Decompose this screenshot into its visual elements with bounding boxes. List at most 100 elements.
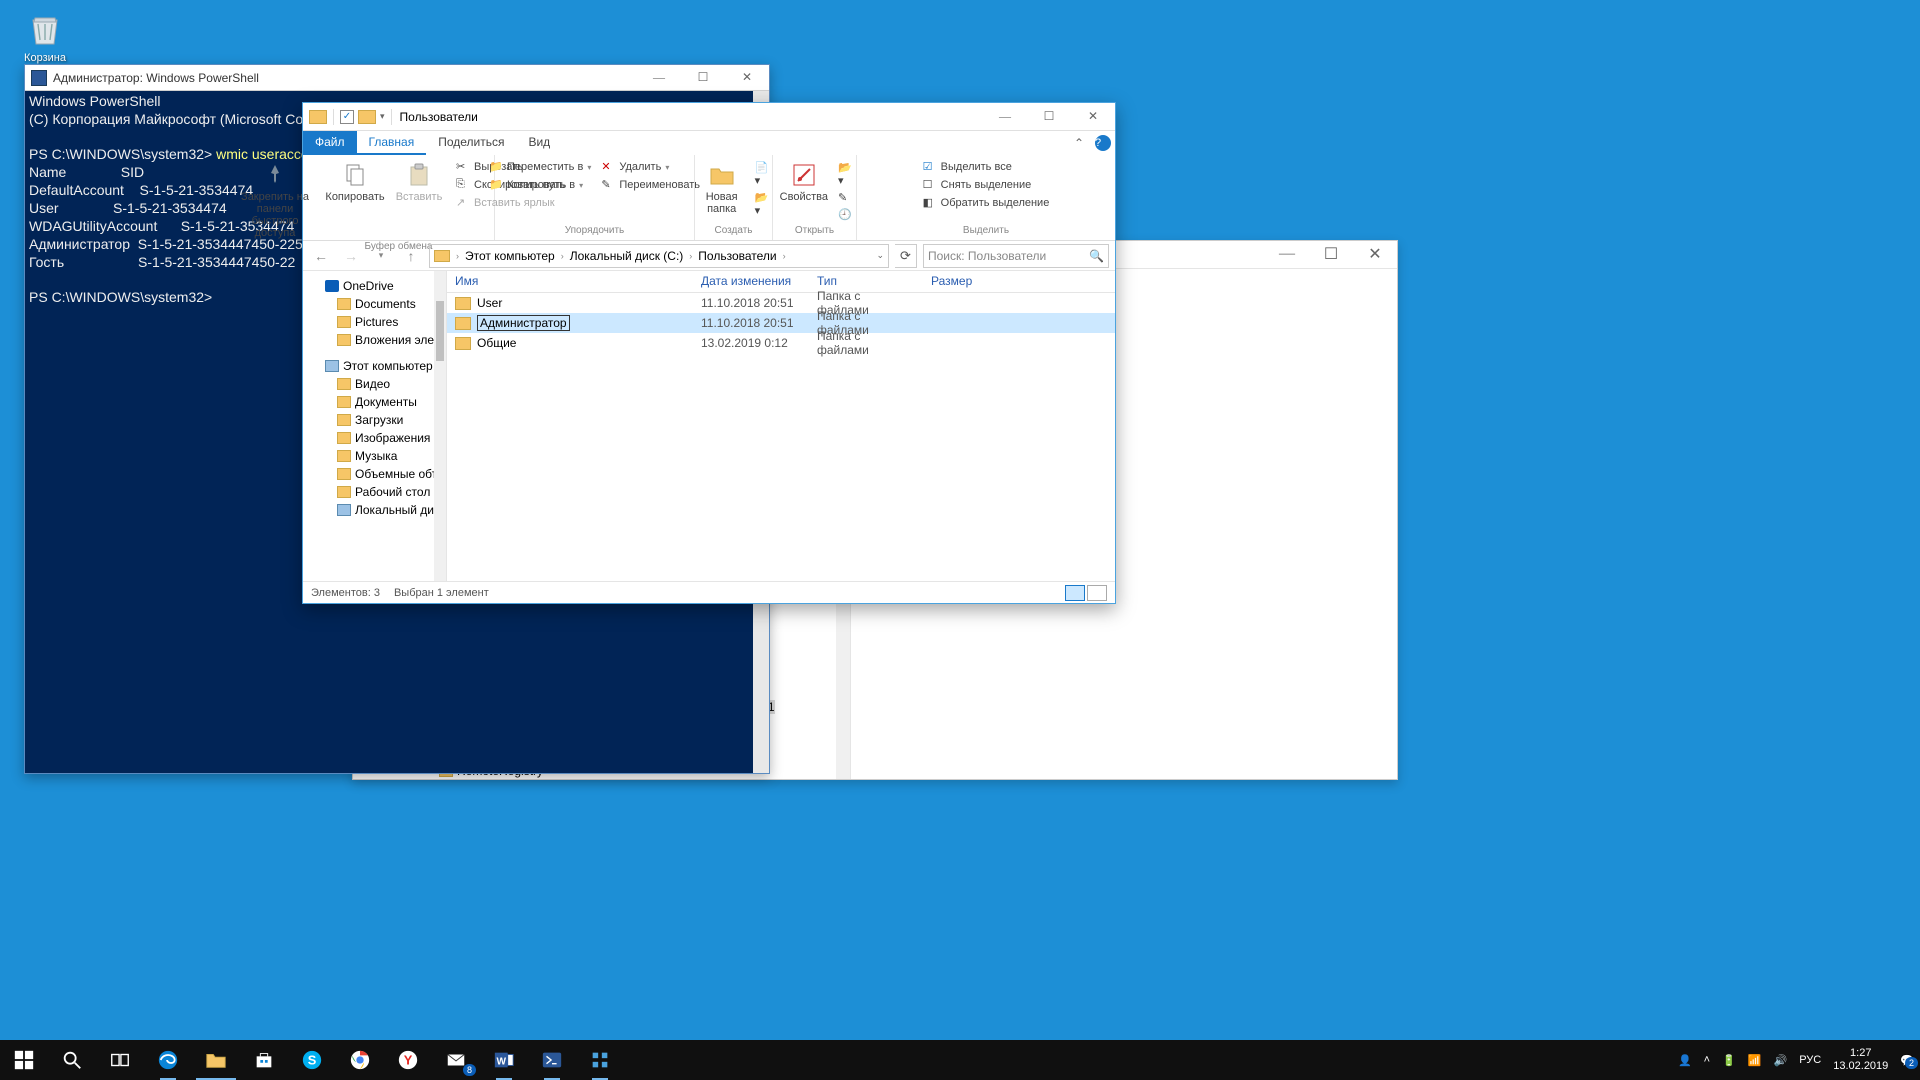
- taskbar-skype[interactable]: S: [288, 1040, 336, 1080]
- nav-onedrive[interactable]: OneDrive: [303, 277, 446, 295]
- wifi-icon[interactable]: 📶: [1748, 1054, 1762, 1067]
- nav-back-button[interactable]: ←: [309, 244, 333, 268]
- taskbar-regedit[interactable]: [576, 1040, 624, 1080]
- qat-dropdown-icon[interactable]: ▾: [380, 111, 385, 122]
- quick-access-toolbar[interactable]: ✓ ▾: [303, 109, 394, 125]
- history-icon[interactable]: 🕘: [838, 208, 853, 221]
- rename-input[interactable]: Администратор: [477, 315, 570, 331]
- taskbar-powershell[interactable]: [528, 1040, 576, 1080]
- tab-home[interactable]: Главная: [357, 131, 427, 155]
- nav-docs[interactable]: Документы: [303, 393, 446, 411]
- newfolder-button[interactable]: Новая папка: [695, 159, 749, 217]
- selectnone-button[interactable]: ☐Снять выделение: [921, 177, 1034, 193]
- explorer-window[interactable]: ✓ ▾ Пользователи — ☐ ✕ Файл Главная Поде…: [302, 102, 1116, 604]
- taskview-button[interactable]: [96, 1040, 144, 1080]
- nav-thispc[interactable]: Этот компьютер: [303, 357, 446, 375]
- language-indicator[interactable]: РУС: [1799, 1054, 1821, 1066]
- clock[interactable]: 1:27 13.02.2019: [1833, 1047, 1888, 1073]
- taskbar-store[interactable]: [240, 1040, 288, 1080]
- nav-recent-button[interactable]: ▾: [369, 244, 393, 268]
- minimize-button[interactable]: —: [983, 104, 1027, 130]
- view-icons-button[interactable]: [1087, 585, 1107, 601]
- nav-up-button[interactable]: ↑: [399, 244, 423, 268]
- people-icon[interactable]: 👤: [1678, 1054, 1692, 1067]
- taskbar-mail[interactable]: 8: [432, 1040, 480, 1080]
- maximize-button[interactable]: ☐: [1309, 241, 1353, 267]
- col-date[interactable]: Дата изменения: [693, 271, 809, 292]
- nav-desktop[interactable]: Рабочий стол: [303, 483, 446, 501]
- search-input[interactable]: Поиск: Пользователи 🔍: [923, 244, 1109, 268]
- ribbon-collapse-icon[interactable]: ⌃: [1067, 131, 1091, 155]
- system-tray[interactable]: 👤 ˄ 🔋 📶 🔊 РУС 1:27 13.02.2019 💬 2: [1678, 1040, 1920, 1080]
- file-row-selected[interactable]: Администратор 11.10.2018 20:51 Папка с ф…: [447, 313, 1115, 333]
- desktop-recycle-bin[interactable]: Корзина: [8, 6, 82, 64]
- volume-icon[interactable]: 🔊: [1774, 1054, 1788, 1067]
- tab-share[interactable]: Поделиться: [426, 131, 516, 155]
- minimize-button[interactable]: —: [1265, 241, 1309, 267]
- nav-pictures[interactable]: Pictures: [303, 313, 446, 331]
- nav-images[interactable]: Изображения: [303, 429, 446, 447]
- maximize-button[interactable]: ☐: [1027, 104, 1071, 130]
- tray-overflow-icon[interactable]: ˄: [1704, 1054, 1710, 1066]
- newitem-icon[interactable]: 📄▾: [755, 161, 773, 187]
- nav-downloads[interactable]: Загрузки: [303, 411, 446, 429]
- taskbar-chrome[interactable]: [336, 1040, 384, 1080]
- powershell-titlebar[interactable]: Администратор: Windows PowerShell — ☐ ✕: [25, 65, 769, 91]
- invertselect-button[interactable]: ◧Обратить выделение: [921, 195, 1052, 211]
- file-row[interactable]: Общие 13.02.2019 0:12 Папка с файлами: [447, 333, 1115, 353]
- explorer-titlebar[interactable]: ✓ ▾ Пользователи — ☐ ✕: [303, 103, 1115, 131]
- chevron-right-icon[interactable]: ›: [454, 251, 461, 261]
- selectall-button[interactable]: ☑Выделить все: [921, 159, 1014, 175]
- nav-forward-button[interactable]: →: [339, 244, 363, 268]
- notifications-button[interactable]: 💬 2: [1900, 1054, 1914, 1067]
- easyaccess-icon[interactable]: 📂▾: [755, 191, 773, 217]
- copy-button[interactable]: Копировать: [326, 159, 384, 205]
- file-list[interactable]: Имя Дата изменения Тип Размер User 11.10…: [447, 271, 1115, 581]
- help-icon[interactable]: ?: [1095, 135, 1111, 151]
- address-dropdown-icon[interactable]: ⌄: [876, 250, 884, 261]
- maximize-button[interactable]: ☐: [681, 65, 725, 91]
- moveto-button[interactable]: 📁Переместить в ▾: [487, 159, 593, 175]
- col-name[interactable]: Имя: [447, 271, 693, 292]
- qat-checkbox-icon[interactable]: ✓: [340, 110, 354, 124]
- taskbar-word[interactable]: W: [480, 1040, 528, 1080]
- chevron-right-icon[interactable]: ›: [559, 251, 566, 261]
- minimize-button[interactable]: —: [637, 65, 681, 91]
- nav-attachments[interactable]: Вложения элект: [303, 331, 446, 349]
- battery-icon[interactable]: 🔋: [1722, 1054, 1736, 1067]
- nav-localdisk[interactable]: Локальный диск: [303, 501, 446, 519]
- nav-3d[interactable]: Объемные объ: [303, 465, 446, 483]
- breadcrumb-item[interactable]: Этот компьютер: [463, 249, 557, 263]
- close-button[interactable]: ✕: [725, 65, 769, 91]
- close-button[interactable]: ✕: [1071, 104, 1115, 130]
- breadcrumb-item[interactable]: Пользователи: [696, 249, 778, 263]
- taskbar[interactable]: S Y 8 W 👤 ˄ 🔋 📶 🔊 РУС 1:27 13.02.2019 💬 …: [0, 1040, 1920, 1080]
- properties-button[interactable]: Свойства: [776, 159, 832, 205]
- tab-file[interactable]: Файл: [303, 131, 357, 155]
- close-button[interactable]: ✕: [1353, 241, 1397, 267]
- edit-icon[interactable]: ✎: [838, 191, 853, 204]
- open-icon[interactable]: 📂▾: [838, 161, 853, 187]
- view-details-button[interactable]: [1065, 585, 1085, 601]
- nav-music[interactable]: Музыка: [303, 447, 446, 465]
- taskbar-edge[interactable]: [144, 1040, 192, 1080]
- search-button[interactable]: [48, 1040, 96, 1080]
- copyto-button[interactable]: 📁Копировать в ▾: [487, 177, 593, 193]
- navpane-scrollbar[interactable]: [434, 271, 446, 581]
- taskbar-explorer[interactable]: [192, 1040, 240, 1080]
- address-bar[interactable]: › Этот компьютер › Локальный диск (C:) ›…: [429, 244, 889, 268]
- refresh-button[interactable]: ⟳: [895, 244, 917, 268]
- nav-documents[interactable]: Documents: [303, 295, 446, 313]
- file-row[interactable]: User 11.10.2018 20:51 Папка с файлами: [447, 293, 1115, 313]
- pin-quickaccess-button[interactable]: Закрепить на панели быстрого доступа: [230, 159, 320, 241]
- chevron-right-icon[interactable]: ›: [687, 251, 694, 261]
- delete-button[interactable]: ✕Удалить ▾: [599, 159, 702, 175]
- tab-view[interactable]: Вид: [516, 131, 562, 155]
- nav-video[interactable]: Видео: [303, 375, 446, 393]
- chevron-right-icon[interactable]: ›: [781, 251, 788, 261]
- navigation-pane[interactable]: OneDrive Documents Pictures Вложения эле…: [303, 271, 447, 581]
- column-headers[interactable]: Имя Дата изменения Тип Размер: [447, 271, 1115, 293]
- col-size[interactable]: Размер: [923, 271, 993, 292]
- rename-button[interactable]: ✎Переименовать: [599, 177, 702, 193]
- start-button[interactable]: [0, 1040, 48, 1080]
